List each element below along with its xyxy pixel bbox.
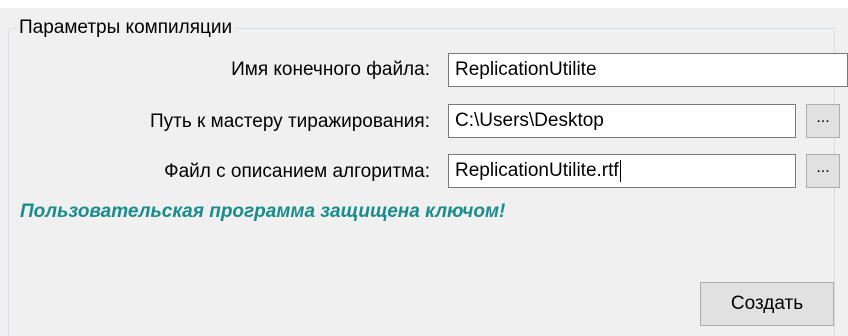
- top-strip: [0, 0, 848, 8]
- groupbox-title: Параметры компиляции: [16, 16, 236, 40]
- algorithm-file-input[interactable]: ReplicationUtilite.rtf: [448, 154, 796, 188]
- output-file-value: ReplicationUtilite: [455, 59, 597, 80]
- output-file-input[interactable]: ReplicationUtilite: [448, 53, 848, 87]
- algorithm-file-label: Файл с описанием алгоритма:: [164, 161, 430, 182]
- algorithm-file-value: ReplicationUtilite.rtf: [455, 160, 619, 181]
- compile-parameters-panel: Параметры компиляции Имя конечного файла…: [0, 0, 848, 336]
- wizard-path-input[interactable]: C:\Users\Desktop: [448, 104, 796, 138]
- wizard-path-browse-button[interactable]: ...: [806, 104, 840, 138]
- output-file-label: Имя конечного файла:: [231, 59, 430, 80]
- key-protection-notice: Пользовательская программа защищена ключ…: [20, 201, 506, 222]
- wizard-path-value: C:\Users\Desktop: [455, 110, 604, 131]
- algorithm-file-browse-button[interactable]: ...: [806, 154, 840, 188]
- wizard-path-label: Путь к мастеру тиражирования:: [150, 111, 430, 132]
- create-button[interactable]: Создать: [700, 282, 834, 326]
- text-caret: [619, 159, 621, 182]
